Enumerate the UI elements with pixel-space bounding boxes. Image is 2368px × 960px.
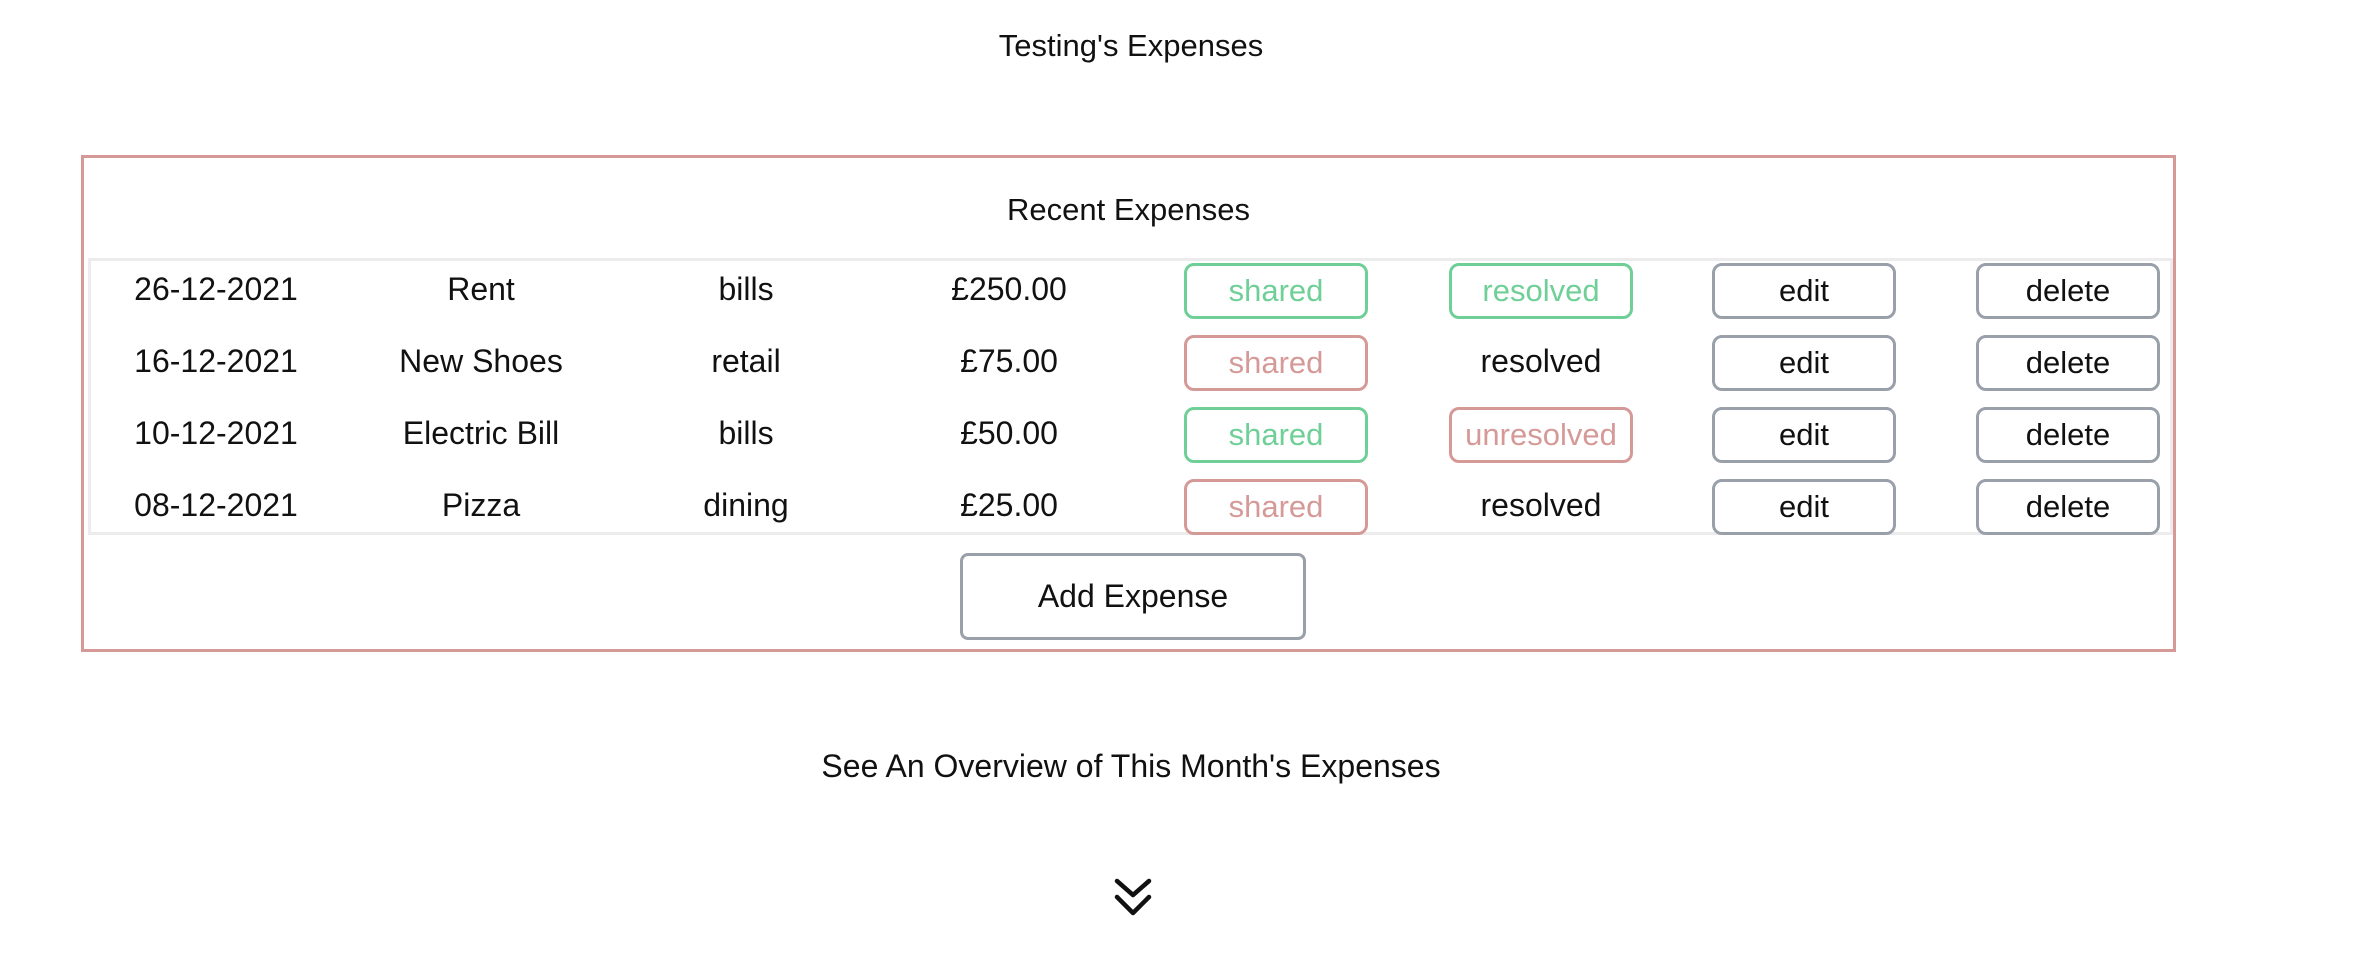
expense-category: bills [718, 271, 774, 307]
shared-toggle[interactable]: shared [1184, 263, 1368, 319]
recent-expenses-title: Recent Expenses [1007, 192, 1250, 227]
delete-button[interactable]: delete [1976, 407, 2160, 463]
edit-button[interactable]: edit [1712, 263, 1896, 319]
expense-category: retail [711, 343, 781, 379]
resolved-status-text: resolved [1480, 343, 1602, 379]
expense-category: bills [718, 415, 774, 451]
table-row: 08-12-2021 Pizza dining £25.00 shared re… [91, 477, 2170, 549]
expense-name: Electric Bill [402, 415, 560, 451]
expense-date: 08-12-2021 [134, 487, 298, 523]
shared-toggle[interactable]: shared [1184, 335, 1368, 391]
expense-date: 10-12-2021 [134, 415, 298, 451]
delete-button[interactable]: delete [1976, 263, 2160, 319]
delete-button[interactable]: delete [1976, 335, 2160, 391]
delete-button[interactable]: delete [1976, 479, 2160, 535]
expense-category: dining [703, 487, 789, 523]
shared-toggle[interactable]: shared [1184, 407, 1368, 463]
recent-expenses-card: Recent Expenses 26-12-2021 Rent bills £2… [81, 155, 2176, 652]
table-row: 16-12-2021 New Shoes retail £75.00 share… [91, 333, 2170, 405]
resolved-status-text: resolved [1480, 487, 1602, 523]
table-row: 10-12-2021 Electric Bill bills £50.00 sh… [91, 405, 2170, 477]
expense-name: New Shoes [399, 343, 563, 379]
expense-amount: £50.00 [960, 415, 1058, 451]
expense-amount: £250.00 [951, 271, 1067, 307]
expense-name: Rent [447, 271, 515, 307]
expense-amount: £25.00 [960, 487, 1058, 523]
resolved-toggle[interactable]: resolved [1449, 263, 1633, 319]
overview-heading: See An Overview of This Month's Expenses [821, 748, 1441, 784]
page-title: Testing's Expenses [998, 28, 1264, 63]
edit-button[interactable]: edit [1712, 479, 1896, 535]
add-expense-button[interactable]: Add Expense [960, 553, 1306, 640]
expense-amount: £75.00 [960, 343, 1058, 379]
double-chevron-down-icon[interactable] [1113, 877, 1153, 919]
table-row: 26-12-2021 Rent bills £250.00 shared res… [91, 261, 2170, 333]
shared-toggle[interactable]: shared [1184, 479, 1368, 535]
expenses-table: 26-12-2021 Rent bills £250.00 shared res… [88, 258, 2173, 535]
edit-button[interactable]: edit [1712, 335, 1896, 391]
expense-date: 16-12-2021 [134, 343, 298, 379]
expense-name: Pizza [441, 487, 521, 523]
edit-button[interactable]: edit [1712, 407, 1896, 463]
expense-date: 26-12-2021 [134, 271, 298, 307]
unresolved-toggle[interactable]: unresolved [1449, 407, 1633, 463]
